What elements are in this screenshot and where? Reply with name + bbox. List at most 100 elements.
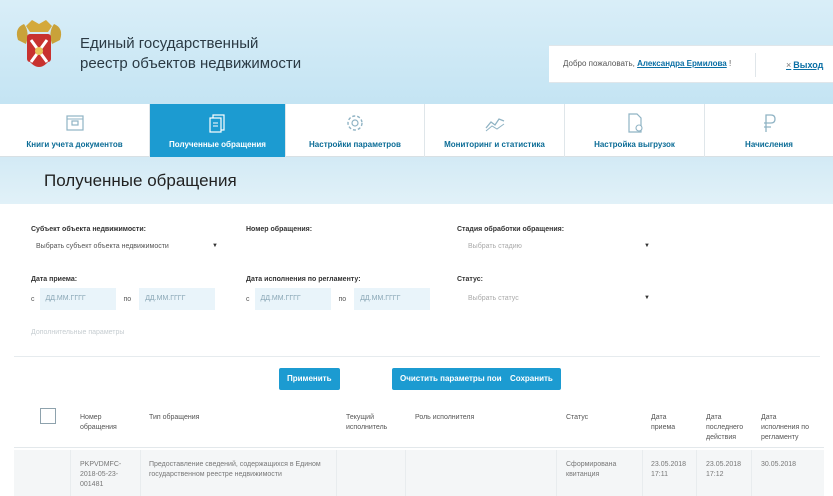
cell-number-line2: 2018-05-23-: [80, 471, 119, 478]
cell-deadline-date: 30.05.2018: [761, 461, 797, 468]
col-deadline-date: Дата исполнения по регламенту: [761, 413, 809, 443]
cell-status-line1: Сформирована: [566, 461, 617, 468]
col-status: Статус: [566, 414, 589, 421]
export-file-icon: [627, 113, 643, 133]
deadline-date-to-input[interactable]: ДД.ММ.ГГГГ: [354, 288, 431, 310]
cell-status: Сформирована квитанция: [566, 460, 616, 480]
cell-divider: [70, 450, 71, 496]
col-type: Тип обращения: [149, 414, 200, 421]
table-header: Номер обращения Тип обращения Текущий ис…: [14, 400, 824, 448]
logout-button[interactable]: × Выход: [755, 53, 831, 77]
site-title-line2: реестр объектов недвижимости: [80, 55, 302, 72]
cell-last-action-date: 23.05.2018 17:12: [706, 460, 741, 480]
deadline-date-from-input[interactable]: ДД.ММ.ГГГГ: [254, 288, 331, 310]
col-last-line3: действия: [706, 434, 737, 441]
page-title: Полученные обращения: [44, 171, 237, 190]
coat-of-arms-logo: [16, 20, 62, 67]
tab-ledgers[interactable]: Книги учета документов: [0, 104, 150, 157]
tab-monitoring[interactable]: Мониторинг и статистика: [425, 104, 565, 157]
stage-label: Стадия обработки обращения:: [457, 226, 565, 233]
col-receipt-line2: приема: [651, 424, 676, 431]
receipt-date-label: Дата приема:: [31, 276, 78, 283]
deadline-date-range: с ДД.ММ.ГГГГ по ДД.ММ.ГГГГ: [246, 288, 431, 310]
ledger-icon: [65, 115, 84, 131]
cell-divider: [556, 450, 557, 496]
tab-charges-label: Начисления: [745, 140, 793, 149]
col-executor-line2: исполнитель: [346, 424, 388, 431]
welcome-message: Добро пожаловать, Александра Ермилова !: [563, 59, 731, 68]
deadline-to-label: по: [338, 295, 347, 303]
col-number: Номер обращения: [80, 413, 117, 433]
receipt-date-range: с ДД.ММ.ГГГГ по ДД.ММ.ГГГГ: [31, 288, 216, 310]
cell-status-line2: квитанция: [566, 471, 600, 478]
cell-last-line2: 17:12: [706, 471, 724, 478]
cell-divider: [336, 450, 337, 496]
tab-export-settings[interactable]: Настройка выгрузок: [565, 104, 705, 157]
welcome-suffix: !: [728, 59, 732, 68]
cell-receipt-line2: 17:11: [651, 471, 668, 478]
tab-received-requests[interactable]: Полученные обращения: [150, 104, 286, 157]
stage-select-placeholder: Выбрать стадию: [468, 243, 522, 250]
cell-last-line1: 23.05.2018: [706, 461, 742, 468]
receipt-from-label: с: [31, 295, 35, 303]
cell-divider: [751, 450, 752, 496]
tab-charges[interactable]: Начисления: [705, 104, 833, 157]
subject-select-value: Выбрать субъект объекта недвижимости: [36, 243, 169, 250]
col-number-line1: Номер: [80, 414, 102, 421]
select-all-checkbox[interactable]: [40, 408, 56, 424]
close-icon: ×: [786, 60, 792, 70]
col-receipt-date: Дата приема: [651, 413, 675, 433]
cell-receipt-date: 23.05.2018 17:11: [651, 460, 686, 480]
status-label: Статус:: [457, 276, 483, 283]
cell-receipt-line1: 23.05.2018: [651, 461, 687, 468]
logout-label: Выход: [793, 60, 824, 70]
main-tabs: Книги учета документов Полученные обраще…: [0, 104, 833, 157]
table-row[interactable]: PKPVDMFC- 2018-05-23- 001481 Предоставле…: [14, 450, 824, 496]
tab-parameter-settings[interactable]: Настройки параметров: [286, 104, 425, 157]
cell-type-line1: Предоставление сведений, содержащихся в …: [149, 461, 321, 468]
save-button[interactable]: Сохранить: [502, 368, 561, 390]
app-header: Единый государственный реестр объектов н…: [0, 0, 833, 104]
col-role: Роль исполнителя: [415, 414, 475, 421]
status-select-placeholder: Выбрать статус: [468, 295, 519, 302]
tab-parameter-settings-label: Настройки параметров: [309, 140, 401, 149]
receipt-date-from-input[interactable]: ДД.ММ.ГГГГ: [39, 288, 116, 310]
cell-number[interactable]: PKPVDMFC- 2018-05-23- 001481: [80, 460, 121, 490]
col-deadline-line2: исполнения по: [761, 424, 809, 431]
col-executor: Текущий исполнитель: [346, 413, 387, 433]
extra-params-link[interactable]: Дополнительные параметры: [31, 329, 124, 336]
ruble-icon: [764, 114, 776, 132]
apply-button[interactable]: Применить: [279, 368, 340, 390]
deadline-date-label: Дата исполнения по регламенту:: [246, 276, 361, 283]
tab-monitoring-label: Мониторинг и статистика: [444, 140, 545, 149]
cell-type-line2: государственном реестре недвижимости: [149, 471, 282, 478]
col-receipt-line1: Дата: [651, 414, 667, 421]
request-number-label: Номер обращения:: [246, 226, 313, 233]
user-name-link[interactable]: Александра Ермилова: [637, 59, 727, 68]
welcome-text: Добро пожаловать,: [563, 59, 635, 68]
col-deadline-line1: Дата: [761, 414, 777, 421]
site-title: Единый государственный реестр объектов н…: [80, 34, 301, 74]
cell-divider: [642, 450, 643, 496]
col-executor-line1: Текущий: [346, 414, 374, 421]
tab-received-requests-label: Полученные обращения: [169, 140, 266, 149]
subject-select[interactable]: Выбрать субъект объекта недвижимости ▼: [36, 243, 218, 255]
chevron-down-icon: ▼: [212, 243, 218, 249]
col-last-action-date: Дата последнего действия: [706, 413, 743, 443]
status-select[interactable]: Выбрать статус ▼: [468, 295, 650, 307]
cell-divider: [405, 450, 406, 496]
cell-type: Предоставление сведений, содержащихся в …: [149, 460, 321, 480]
col-number-line2: обращения: [80, 424, 117, 431]
stage-select[interactable]: Выбрать стадию ▼: [468, 243, 650, 255]
page-title-band: Полученные обращения: [0, 157, 833, 204]
tab-export-settings-label: Настройка выгрузок: [594, 140, 675, 149]
site-title-line1: Единый государственный: [80, 35, 259, 52]
col-last-line1: Дата: [706, 414, 722, 421]
user-panel: Добро пожаловать, Александра Ермилова ! …: [549, 45, 833, 83]
cell-number-line1: PKPVDMFC-: [80, 461, 122, 468]
receipt-date-to-input[interactable]: ДД.ММ.ГГГГ: [139, 288, 216, 310]
gear-icon: [347, 115, 363, 131]
chevron-down-icon: ▼: [644, 243, 650, 249]
request-number-input[interactable]: [246, 238, 426, 258]
cell-divider: [140, 450, 141, 496]
